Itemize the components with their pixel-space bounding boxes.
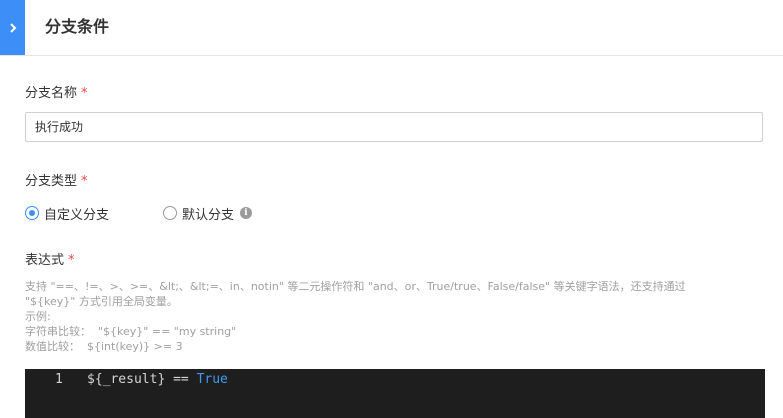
line-number: 1: [55, 372, 63, 387]
code-text: ${_result} ==: [87, 372, 197, 387]
expression-help-text: 支持 "==、!=、>、>=、&lt;、&lt;=、in、notin" 等二元操…: [25, 279, 765, 354]
branch-type-label-text: 分支类型: [25, 174, 78, 189]
help-line: 字符串比较： "${key}" == "my string": [25, 325, 237, 338]
chevron-right-icon: [9, 22, 16, 33]
required-mark: *: [81, 86, 88, 101]
required-mark: *: [81, 174, 88, 189]
help-line: 示例:: [25, 310, 51, 323]
branch-type-label: 分支类型 *: [25, 173, 88, 191]
radio-default-branch-label: 默认分支: [182, 207, 235, 223]
panel-header: 分支条件: [0, 0, 783, 56]
branch-name-label: 分支名称 *: [25, 85, 88, 103]
info-icon[interactable]: i: [240, 207, 253, 219]
radio-custom-branch[interactable]: 自定义分支: [25, 204, 110, 223]
help-line: "${key}" 方式引用全局变量。: [25, 295, 178, 308]
page-title: 分支条件: [45, 17, 110, 36]
radio-unchecked-icon: [163, 206, 177, 220]
branch-name-label-text: 分支名称: [25, 86, 78, 101]
expression-code-editor[interactable]: 1 ${_result} == True: [25, 369, 765, 418]
code-keyword: True: [196, 372, 228, 387]
code-line[interactable]: ${_result} == True: [87, 371, 228, 388]
editor-gutter: 1: [25, 369, 70, 418]
expression-label-text: 表达式: [25, 253, 65, 268]
required-mark: *: [68, 253, 75, 268]
branch-name-input[interactable]: 执行成功: [25, 112, 763, 142]
radio-custom-branch-label: 自定义分支: [44, 207, 110, 223]
radio-default-branch[interactable]: 默认分支 i: [163, 204, 253, 223]
collapse-panel-button[interactable]: [0, 0, 25, 55]
radio-checked-icon: [25, 206, 39, 220]
expression-label: 表达式 *: [25, 252, 75, 270]
help-line: 数值比较： ${int(key)} >= 3: [25, 340, 183, 353]
help-line: 支持 "==、!=、>、>=、&lt;、&lt;=、in、notin" 等二元操…: [25, 280, 686, 293]
